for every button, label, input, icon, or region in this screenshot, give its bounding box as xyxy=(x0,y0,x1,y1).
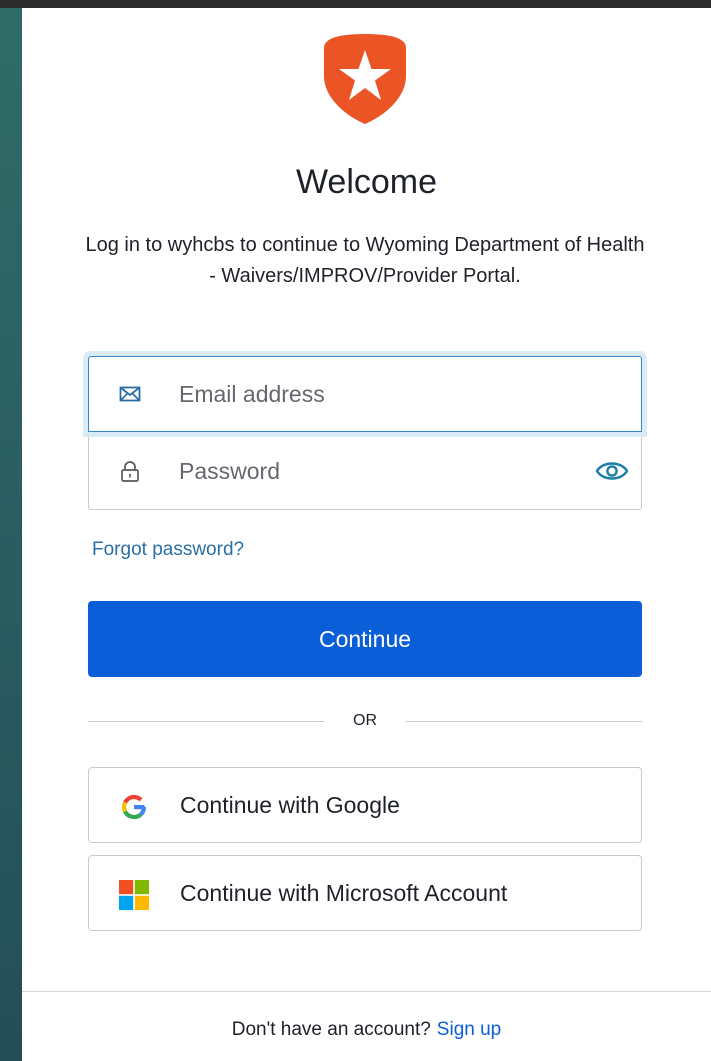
continue-with-google-button[interactable]: Continue with Google xyxy=(88,767,642,843)
microsoft-button-label: Continue with Microsoft Account xyxy=(180,880,508,906)
microsoft-icon xyxy=(119,880,149,910)
password-input[interactable] xyxy=(179,434,559,508)
envelope-icon xyxy=(119,386,141,402)
google-button-label: Continue with Google xyxy=(180,792,400,818)
page-title: Welcome xyxy=(295,163,438,201)
signup-link[interactable]: Sign up xyxy=(437,1019,501,1040)
divider-line-right xyxy=(406,721,642,722)
signup-prompt-text: Don't have an account? xyxy=(231,1019,431,1040)
login-card: Welcome Log in to wyhcbs to continue to … xyxy=(22,8,711,1061)
auth0-logo-icon xyxy=(324,34,406,124)
google-icon xyxy=(121,794,147,820)
signup-prompt: Don't have an account? Sign up xyxy=(22,1019,711,1041)
password-field xyxy=(88,434,642,510)
login-description: Log in to wyhcbs to continue to Wyoming … xyxy=(85,234,645,287)
continue-button[interactable]: Continue xyxy=(88,601,642,677)
footer-divider xyxy=(22,991,711,992)
lock-icon xyxy=(121,461,139,482)
forgot-password-link[interactable]: Forgot password? xyxy=(92,539,244,561)
or-divider: OR xyxy=(88,708,642,736)
email-field xyxy=(88,356,642,432)
continue-with-microsoft-button[interactable]: Continue with Microsoft Account xyxy=(88,855,642,931)
eye-icon[interactable] xyxy=(595,458,629,484)
email-input[interactable] xyxy=(179,357,559,431)
window-top-bar xyxy=(0,0,711,8)
